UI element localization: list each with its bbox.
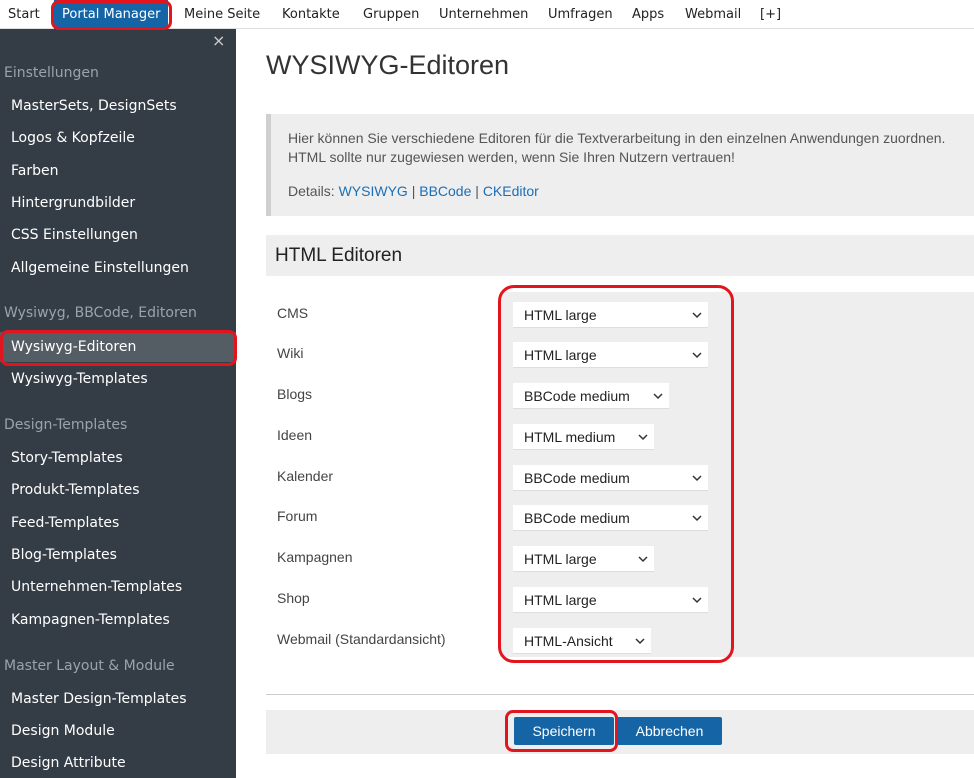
chevron-down-icon	[653, 393, 663, 400]
nav-more[interactable]: [+]	[752, 0, 789, 29]
select-ideen-value: HTML medium	[524, 429, 616, 445]
select-wiki-value: HTML large	[524, 347, 597, 363]
select-kalender[interactable]: BBCode medium	[513, 465, 708, 491]
separator: |	[475, 183, 479, 199]
nav-start[interactable]: Start	[0, 0, 48, 29]
sidebar-item-css[interactable]: CSS Einstellungen	[0, 220, 236, 250]
select-ideen[interactable]: HTML medium	[513, 424, 654, 450]
link-wysiwyg[interactable]: WYSIWYG	[339, 183, 408, 199]
sidebar-item-story[interactable]: Story-Templates	[0, 443, 236, 473]
label-kampagnen: Kampagnen	[277, 549, 353, 565]
chevron-down-icon	[692, 312, 702, 319]
label-cms: CMS	[277, 305, 309, 321]
nav-webmail[interactable]: Webmail	[677, 0, 749, 29]
details-row: Details: WYSIWYG | BBCode | CKEditor	[288, 182, 974, 201]
select-cms[interactable]: HTML large	[513, 302, 708, 328]
sidebar-section-design-templates: Design-Templates	[4, 417, 128, 433]
label-kalender: Kalender	[277, 468, 334, 484]
sidebar-item-kampagnen[interactable]: Kampagnen-Templates	[0, 605, 236, 635]
close-icon[interactable]: ×	[212, 31, 225, 50]
nav-umfragen[interactable]: Umfragen	[540, 0, 621, 29]
page-title: WYSIWYG-Editoren	[266, 50, 510, 80]
chevron-down-icon	[692, 597, 702, 604]
select-kalender-value: BBCode medium	[524, 470, 630, 486]
select-webmail-value: HTML-Ansicht	[524, 633, 613, 649]
label-blogs: Blogs	[277, 386, 313, 402]
label-shop: Shop	[277, 590, 310, 606]
sidebar-item-mastersets[interactable]: MasterSets, DesignSets	[0, 91, 236, 121]
sidebar-item-logos[interactable]: Logos & Kopfzeile	[0, 123, 236, 153]
nav-kontakte[interactable]: Kontakte	[274, 0, 348, 29]
select-webmail[interactable]: HTML-Ansicht	[513, 628, 651, 654]
select-wiki[interactable]: HTML large	[513, 342, 708, 368]
sidebar-item-farben[interactable]: Farben	[0, 156, 236, 186]
sidebar-section-master-layout: Master Layout & Module	[4, 658, 175, 674]
select-forum-value: BBCode medium	[524, 510, 630, 526]
link-bbcode[interactable]: BBCode	[419, 183, 471, 199]
nav-meine-seite[interactable]: Meine Seite	[176, 0, 268, 29]
chevron-down-icon	[692, 515, 702, 522]
select-kampagnen[interactable]: HTML large	[513, 546, 654, 572]
cancel-button[interactable]: Abbrechen	[617, 717, 722, 745]
sidebar: × Einstellungen MasterSets, DesignSets L…	[0, 29, 236, 778]
info-box: Hier können Sie verschiedene Editoren fü…	[266, 114, 974, 216]
sidebar-item-design-module[interactable]: Design Module	[0, 716, 236, 746]
divider	[266, 694, 974, 695]
label-wiki: Wiki	[277, 345, 304, 361]
sidebar-item-wysiwyg-editoren[interactable]: Wysiwyg-Editoren	[0, 332, 236, 362]
label-forum: Forum	[277, 508, 318, 524]
link-ckeditor[interactable]: CKEditor	[483, 183, 539, 199]
sidebar-item-feed[interactable]: Feed-Templates	[0, 508, 236, 538]
chevron-down-icon	[638, 434, 648, 441]
info-line-1: Hier können Sie verschiedene Editoren fü…	[288, 130, 946, 146]
details-label: Details:	[288, 183, 335, 199]
nav-gruppen[interactable]: Gruppen	[355, 0, 427, 29]
sidebar-item-design-attribute[interactable]: Design Attribute	[0, 748, 236, 778]
label-ideen: Ideen	[277, 427, 313, 443]
nav-unternehmen[interactable]: Unternehmen	[431, 0, 536, 29]
nav-portal-manager[interactable]: Portal Manager	[54, 0, 169, 29]
chevron-down-icon	[692, 475, 702, 482]
sidebar-section-einstellungen: Einstellungen	[4, 65, 99, 81]
sidebar-item-unternehmen[interactable]: Unternehmen-Templates	[0, 572, 236, 602]
label-webmail: Webmail (Standardansicht)	[277, 631, 446, 647]
chevron-down-icon	[638, 556, 648, 563]
section-title: HTML Editoren	[266, 235, 974, 276]
select-shop[interactable]: HTML large	[513, 587, 708, 613]
select-blogs-value: BBCode medium	[524, 388, 630, 404]
chevron-down-icon	[692, 352, 702, 359]
select-cms-value: HTML large	[524, 307, 597, 323]
separator: |	[411, 183, 416, 199]
sidebar-item-wysiwyg-templates[interactable]: Wysiwyg-Templates	[0, 364, 236, 394]
sidebar-item-produkt[interactable]: Produkt-Templates	[0, 475, 236, 505]
top-navigation: Start Portal Manager Meine Seite Kontakt…	[0, 0, 974, 29]
select-shop-value: HTML large	[524, 592, 597, 608]
select-blogs[interactable]: BBCode medium	[513, 383, 669, 409]
sidebar-item-hintergrundbilder[interactable]: Hintergrundbilder	[0, 188, 236, 218]
select-forum[interactable]: BBCode medium	[513, 505, 708, 531]
sidebar-item-master-design[interactable]: Master Design-Templates	[0, 684, 236, 714]
sidebar-section-wysiwyg: Wysiwyg, BBCode, Editoren	[4, 305, 197, 321]
nav-apps[interactable]: Apps	[624, 0, 672, 29]
info-line-2: HTML sollte nur zugewiesen werden, wenn …	[288, 149, 735, 165]
save-button[interactable]: Speichern	[514, 717, 614, 745]
select-kampagnen-value: HTML large	[524, 551, 597, 567]
chevron-down-icon	[635, 638, 645, 645]
sidebar-item-allgemein[interactable]: Allgemeine Einstellungen	[0, 253, 236, 283]
sidebar-item-blog[interactable]: Blog-Templates	[0, 540, 236, 570]
